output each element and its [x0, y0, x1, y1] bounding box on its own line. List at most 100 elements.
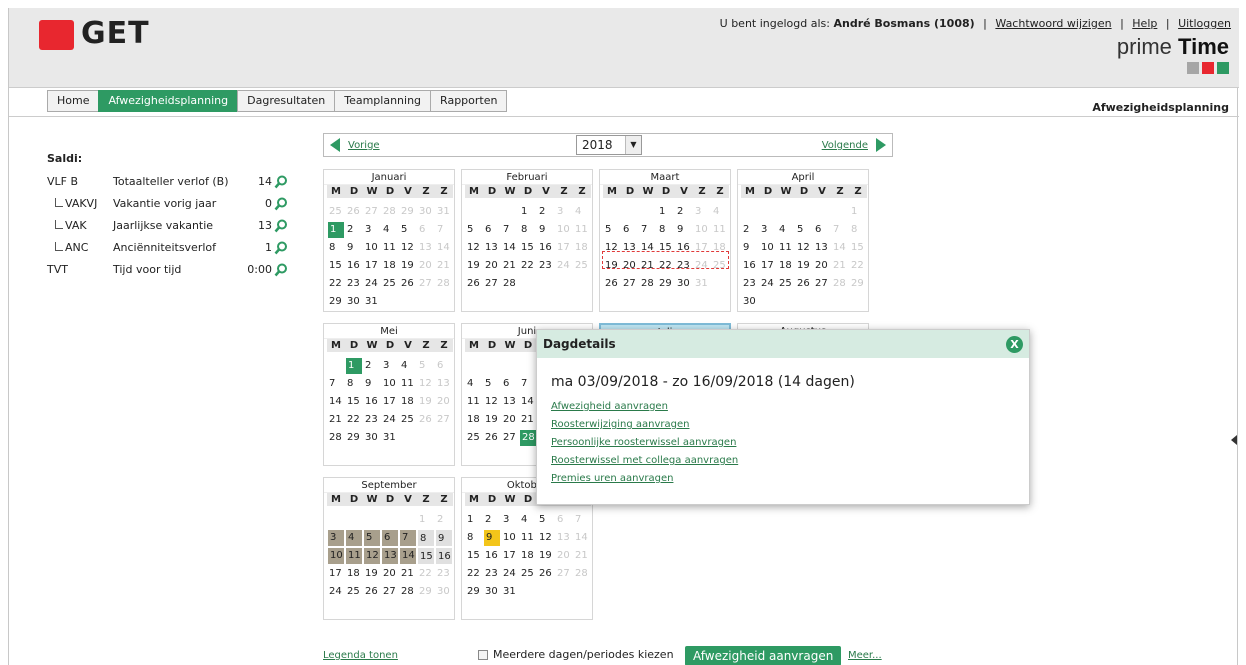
calendar-day[interactable]: 30 [741, 293, 759, 311]
calendar-day[interactable]: 20 [435, 393, 453, 411]
calendar-day[interactable]: 5 [465, 221, 483, 239]
calendar-day[interactable]: 1 [849, 203, 867, 221]
calendar-day[interactable]: 4 [465, 375, 483, 393]
calendar-day[interactable]: 26 [417, 411, 435, 429]
calendar-day[interactable]: 27 [435, 411, 453, 429]
calendar-day[interactable]: 20 [501, 411, 519, 429]
calendar-day[interactable]: 5 [399, 221, 417, 239]
calendar-day[interactable]: 3 [555, 203, 573, 221]
calendar-day[interactable]: 24 [363, 275, 381, 293]
calendar-day[interactable]: 13 [555, 529, 573, 547]
calendar-day[interactable]: 31 [501, 583, 519, 601]
calendar-day[interactable]: 5 [795, 221, 813, 239]
calendar-day[interactable]: 6 [555, 511, 573, 529]
calendar-day[interactable]: 1 [465, 511, 483, 529]
calendar-day[interactable]: 24 [501, 565, 519, 583]
calendar-day[interactable]: 1 [657, 203, 675, 221]
month-title[interactable]: Januari [324, 170, 454, 185]
calendar-day[interactable]: 22 [345, 411, 363, 429]
calendar-day[interactable]: 22 [465, 565, 483, 583]
help-link[interactable]: Help [1132, 17, 1157, 30]
request-premium-hours-link[interactable]: Premies uren aanvragen [551, 473, 673, 484]
calendar-day[interactable]: 25 [519, 565, 537, 583]
calendar-day[interactable]: 31 [693, 275, 711, 293]
calendar-day[interactable]: 8 [465, 529, 483, 547]
calendar-day[interactable]: 24 [555, 257, 573, 275]
calendar-day[interactable]: 28 [573, 565, 591, 583]
calendar-day[interactable]: 17 [501, 547, 519, 565]
logout-link[interactable]: Uitloggen [1178, 17, 1231, 30]
calendar-day[interactable]: 20 [483, 257, 501, 275]
calendar-day[interactable]: 17 [759, 257, 777, 275]
change-password-link[interactable]: Wachtwoord wijzigen [995, 17, 1111, 30]
calendar-day[interactable]: 23 [483, 565, 501, 583]
calendar-day[interactable]: 5 [483, 375, 501, 393]
calendar-day[interactable]: 6 [417, 221, 435, 239]
calendar-day[interactable]: 31 [363, 293, 381, 311]
calendar-day[interactable]: 17 [381, 393, 399, 411]
calendar-day[interactable]: 21 [327, 411, 345, 429]
calendar-day[interactable]: 11 [777, 239, 795, 257]
calendar-day[interactable]: 14 [327, 393, 345, 411]
calendar-day[interactable]: 23 [363, 411, 381, 429]
calendar-day[interactable]: 9 [484, 530, 500, 546]
calendar-day[interactable]: 10 [501, 529, 519, 547]
calendar-day[interactable]: 21 [399, 565, 417, 583]
close-icon[interactable]: X [1006, 336, 1023, 353]
calendar-day[interactable]: 22 [327, 275, 345, 293]
calendar-day[interactable]: 15 [465, 547, 483, 565]
calendar-day[interactable]: 25 [345, 583, 363, 601]
calendar-day[interactable]: 29 [465, 583, 483, 601]
calendar-day[interactable]: 2 [483, 511, 501, 529]
calendar-day[interactable]: 10 [693, 221, 711, 239]
calendar-day[interactable]: 6 [621, 221, 639, 239]
calendar-day[interactable]: 27 [813, 275, 831, 293]
calendar-day[interactable]: 6 [382, 530, 398, 546]
calendar-day[interactable]: 4 [399, 357, 417, 375]
calendar-day[interactable]: 19 [399, 257, 417, 275]
calendar-day[interactable]: 8 [418, 530, 434, 546]
calendar-day[interactable]: 23 [537, 257, 555, 275]
calendar-day[interactable]: 11 [573, 221, 591, 239]
calendar-day[interactable]: 22 [519, 257, 537, 275]
more-link[interactable]: Meer... [848, 650, 882, 661]
calendar-day[interactable]: 1 [346, 358, 362, 374]
month-title[interactable]: April [738, 170, 868, 185]
calendar-day[interactable]: 21 [501, 257, 519, 275]
calendar-day[interactable]: 27 [621, 275, 639, 293]
calendar-day[interactable]: 18 [519, 547, 537, 565]
calendar-day[interactable]: 22 [417, 565, 435, 583]
calendar-day[interactable]: 28 [435, 275, 453, 293]
calendar-day[interactable]: 10 [381, 375, 399, 393]
year-select[interactable]: 2018 ▼ [576, 135, 642, 155]
calendar-day[interactable]: 28 [327, 429, 345, 447]
multi-select-checkbox[interactable]: Meerdere dagen/periodes kiezen [478, 648, 674, 661]
calendar-day[interactable]: 6 [435, 357, 453, 375]
calendar-day[interactable]: 20 [417, 257, 435, 275]
calendar-day[interactable]: 25 [381, 275, 399, 293]
calendar-day[interactable]: 3 [759, 221, 777, 239]
calendar-day[interactable]: 27 [483, 275, 501, 293]
calendar-day[interactable]: 13 [813, 239, 831, 257]
calendar-day[interactable]: 28 [399, 583, 417, 601]
calendar-day[interactable]: 7 [501, 221, 519, 239]
calendar-day[interactable]: 7 [519, 375, 537, 393]
calendar-day[interactable]: 5 [603, 221, 621, 239]
calendar-day[interactable]: 2 [675, 203, 693, 221]
calendar-day[interactable]: 19 [483, 411, 501, 429]
month-title[interactable]: Mei [324, 324, 454, 339]
calendar-day[interactable]: 25 [399, 411, 417, 429]
calendar-day[interactable]: 7 [639, 221, 657, 239]
request-absence-link[interactable]: Afwezigheid aanvragen [551, 401, 668, 412]
calendar-day[interactable]: 3 [363, 221, 381, 239]
calendar-day[interactable]: 30 [675, 275, 693, 293]
calendar-day[interactable]: 21 [435, 257, 453, 275]
calendar-day[interactable]: 26 [483, 429, 501, 447]
calendar-day[interactable]: 15 [519, 239, 537, 257]
calendar-day[interactable]: 23 [345, 275, 363, 293]
request-absence-button[interactable]: Afwezigheid aanvragen [685, 646, 842, 665]
calendar-day[interactable]: 9 [436, 530, 452, 546]
calendar-day[interactable]: 20 [813, 257, 831, 275]
magnifier-icon[interactable] [274, 175, 288, 189]
calendar-day[interactable]: 16 [537, 239, 555, 257]
